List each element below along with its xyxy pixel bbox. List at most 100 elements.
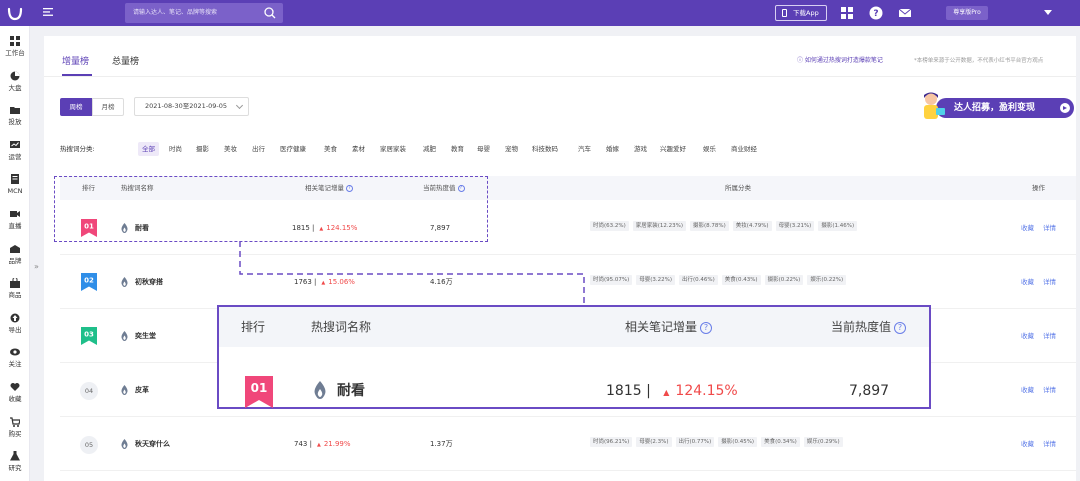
sidebar-item-1[interactable]: 大盘	[0, 71, 30, 105]
category-chip[interactable]: 减肥	[423, 142, 436, 156]
detail-button[interactable]: 详情	[1043, 223, 1056, 233]
rank-text: 03	[84, 331, 94, 339]
video-icon	[10, 211, 20, 217]
heat-value: 1.37万	[430, 440, 453, 448]
category-chip[interactable]: 摄影	[196, 142, 209, 156]
category-chip[interactable]: 汽车	[578, 142, 591, 156]
period-month-button[interactable]: 月榜	[92, 98, 124, 116]
sidebar-item-8[interactable]: 导出	[0, 313, 30, 347]
category-tag: 美食(0.43%)	[721, 275, 761, 285]
zoom-header-heat: 当前热度值?	[831, 307, 907, 347]
collect-button[interactable]: 收藏	[1021, 439, 1034, 449]
category-chip[interactable]: 商业财经	[731, 142, 757, 156]
sidebar-item-5[interactable]: 直播	[0, 209, 30, 243]
detail-button[interactable]: 详情	[1043, 439, 1056, 449]
menu-toggle-icon[interactable]	[42, 6, 56, 20]
category-chip[interactable]: 兴趣爱好	[660, 142, 686, 156]
category-tag: 时尚(95.07%)	[590, 275, 633, 285]
category-chip[interactable]: 婚嫁	[606, 142, 619, 156]
search-button[interactable]	[257, 3, 283, 23]
tab-increment[interactable]: 增量榜	[62, 54, 89, 67]
category-chip[interactable]: 游戏	[634, 142, 647, 156]
category-chip[interactable]: 家居家装	[380, 142, 406, 156]
category-chip[interactable]: 教育	[451, 142, 464, 156]
sidebar-expand-icon[interactable]: »	[34, 262, 39, 271]
category-chip[interactable]: 宠物	[505, 142, 518, 156]
sidebar-item-7[interactable]: 商品	[0, 278, 30, 312]
keyword-name[interactable]: 初秋穿搭	[135, 276, 163, 288]
logo-icon[interactable]	[6, 4, 24, 22]
sidebar-item-label: 直播	[8, 222, 22, 230]
category-chip[interactable]: 医疗健康	[280, 142, 306, 156]
category-chip[interactable]: 美食	[324, 142, 337, 156]
zoom-increment: 1815 | ▲ 124.15%	[606, 383, 738, 401]
help-circle-icon: ?	[700, 321, 713, 334]
zoom-count: 1815 |	[606, 383, 651, 399]
category-filter-label: 热搜词分类:	[60, 145, 95, 153]
category-chip[interactable]: 出行	[252, 142, 265, 156]
sidebar-item-2[interactable]: 投放	[0, 105, 30, 139]
eye-icon	[10, 348, 20, 356]
keyword-name[interactable]: 皮革	[135, 384, 149, 396]
mail-icon[interactable]	[898, 6, 912, 20]
download-app-label: 下载App	[793, 9, 819, 17]
keyword-name[interactable]: 秋天穿什么	[135, 438, 170, 450]
search-box	[125, 3, 283, 23]
category-tag: 娱乐(0.29%)	[803, 437, 843, 447]
category-chip[interactable]: 素材	[352, 142, 365, 156]
sidebar-item-label: 收藏	[8, 395, 22, 403]
tabs-divider	[44, 76, 1076, 77]
chevron-down-icon[interactable]	[1044, 10, 1052, 15]
sidebar-item-11[interactable]: 购买	[0, 416, 30, 451]
category-chip[interactable]: 科技数码	[532, 142, 558, 156]
sidebar-item-6[interactable]: 品牌	[0, 244, 30, 278]
detail-button[interactable]: 详情	[1043, 277, 1056, 287]
pie-icon	[10, 71, 20, 81]
category-tag: 出行(0.77%)	[675, 437, 715, 447]
sidebar-item-9[interactable]: 关注	[0, 347, 30, 381]
sidebar-item-3[interactable]: 运营	[0, 140, 30, 174]
help-link[interactable]: ⓘ 如何通过热搜词打造爆款笔记	[797, 55, 883, 64]
flame-icon	[121, 331, 128, 341]
sidebar-item-label: 投放	[8, 118, 22, 127]
zoom-keyword: 耐看	[337, 383, 365, 399]
sidebar-item-label: 关注	[8, 360, 22, 369]
collect-button[interactable]: 收藏	[1021, 277, 1034, 287]
collect-button[interactable]: 收藏	[1021, 385, 1034, 395]
category-chip[interactable]: 时尚	[169, 142, 182, 156]
user-plan-badge[interactable]: 尊享版Pro	[946, 6, 988, 20]
keyword-name[interactable]: 奕生堂	[135, 330, 156, 342]
sidebar-item-10[interactable]: 收藏	[0, 382, 30, 416]
category-tags: 时尚(95.07%) 母婴(3.22%) 出行(0.46%) 美食(0.43%) 摄影(…	[590, 275, 850, 289]
search-input[interactable]	[133, 3, 257, 23]
promo-banner[interactable]: 达人招募，盈利变现	[918, 88, 1078, 122]
category-tag: 母婴(3.21%)	[775, 221, 815, 231]
category-chip[interactable]: 娱乐	[703, 142, 716, 156]
collect-button[interactable]: 收藏	[1021, 331, 1034, 341]
header-action: 操作	[1032, 184, 1045, 192]
apps-grid-icon[interactable]	[840, 6, 854, 20]
sidebar-item-4[interactable]: MCN	[0, 174, 30, 208]
help-icon[interactable]: ?	[869, 6, 883, 20]
detail-button[interactable]: 详情	[1043, 385, 1056, 395]
category-tag: 出行(0.46%)	[679, 275, 718, 285]
sidebar-item-12[interactable]: 研究	[0, 451, 30, 481]
rank-badge-icon: 03	[81, 327, 97, 345]
flame-icon	[121, 277, 128, 287]
category-tag: 母婴(2.3%)	[636, 437, 672, 447]
detail-button[interactable]: 详情	[1043, 331, 1056, 341]
collect-button[interactable]: 收藏	[1021, 223, 1034, 233]
category-chip[interactable]: 全部	[138, 142, 159, 156]
category-tag: 时尚(96.21%)	[590, 437, 633, 447]
rank-text: 05	[80, 436, 98, 454]
category-chip[interactable]: 母婴	[477, 142, 490, 156]
tab-total[interactable]: 总量榜	[112, 54, 139, 67]
sidebar-item-0[interactable]: 工作台	[0, 36, 30, 70]
date-range-value: 2021-08-30至2021-09-05	[145, 102, 228, 110]
chevron-down-icon	[235, 101, 244, 110]
date-range-select[interactable]: 2021-08-30至2021-09-05	[134, 97, 249, 116]
period-week-button[interactable]: 周榜	[60, 98, 92, 116]
download-app-button[interactable]: 下载App	[775, 5, 827, 21]
zoom-heat: 7,897	[849, 383, 890, 399]
category-chip[interactable]: 美妆	[224, 142, 237, 156]
